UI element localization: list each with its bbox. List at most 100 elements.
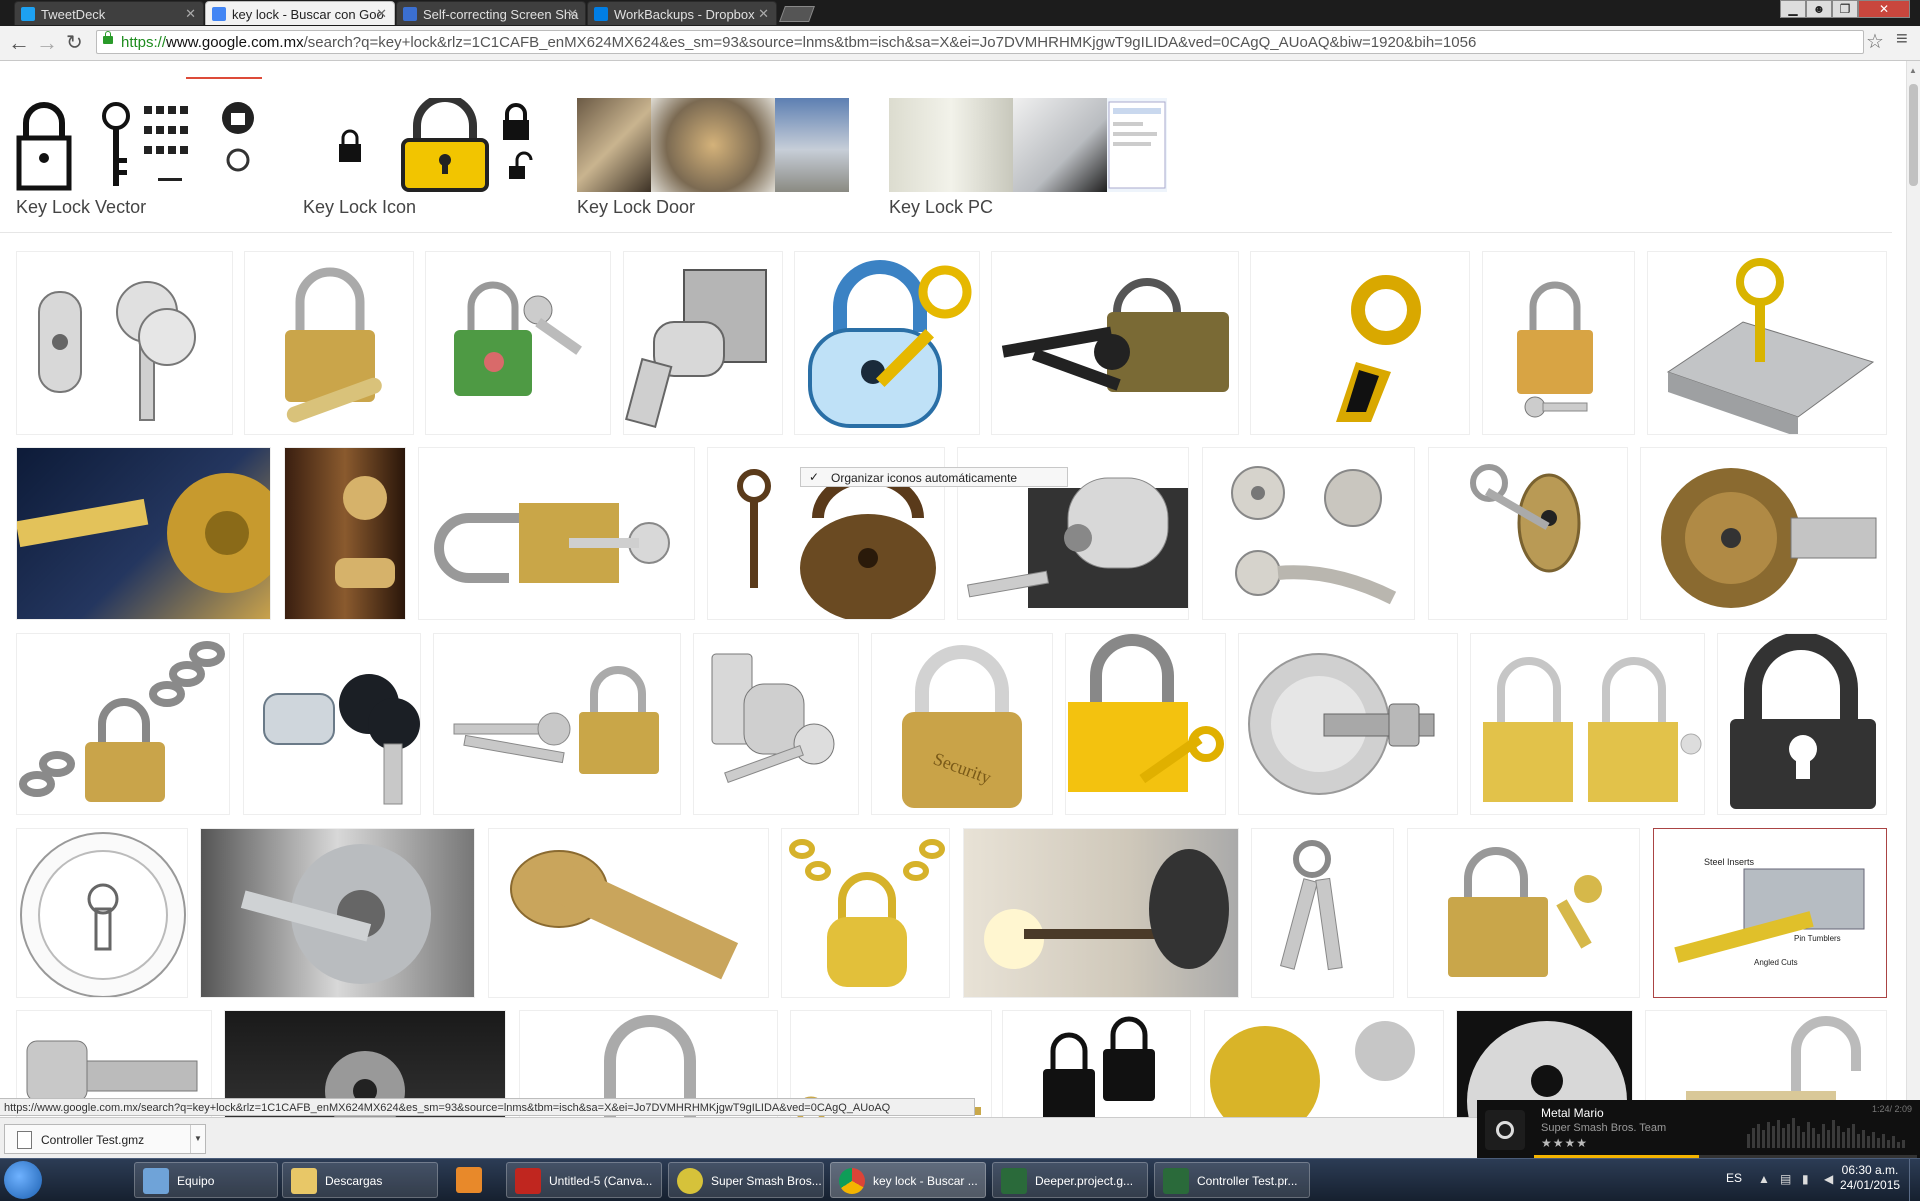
image-result[interactable] [425, 251, 611, 435]
image-result[interactable] [433, 633, 681, 815]
start-button[interactable] [4, 1161, 42, 1199]
taskbar-item-controller-test[interactable]: Controller Test.pr... [1154, 1162, 1310, 1198]
image-result[interactable] [1647, 251, 1887, 435]
image-result[interactable] [200, 828, 475, 998]
thumb-door-lock [651, 98, 775, 192]
image-result[interactable] [1002, 1010, 1191, 1119]
taskbar-item-equipo[interactable]: Equipo [134, 1162, 278, 1198]
show-desktop-button[interactable] [1909, 1159, 1920, 1201]
image-result[interactable] [243, 633, 421, 815]
bookmark-star-icon[interactable]: ☆ [1866, 29, 1884, 54]
image-result[interactable] [991, 251, 1239, 435]
tab-strip: TweetDeck ✕ key lock - Buscar con Goo ✕ … [0, 0, 1920, 26]
close-icon[interactable]: ✕ [185, 6, 196, 22]
battery-icon[interactable]: ▮ [1802, 1172, 1816, 1186]
network-icon[interactable]: ▤ [1780, 1172, 1794, 1186]
image-result[interactable] [963, 828, 1239, 998]
related-search-label: Key Lock PC [889, 197, 994, 217]
volume-icon[interactable]: ◀ [1824, 1172, 1838, 1186]
image-result[interactable] [1470, 633, 1705, 815]
scroll-up-arrow-icon[interactable]: ▲ [1909, 66, 1917, 75]
address-bar[interactable]: https://www.google.com.mx/search?q=key+l… [96, 30, 1864, 54]
image-result[interactable] [794, 251, 980, 435]
taskbar-label: Deeper.project.g... [1035, 1174, 1134, 1188]
taskbar-item-descargas[interactable]: Descargas [282, 1162, 438, 1198]
new-tab-button[interactable] [779, 6, 815, 22]
taskbar-label: Controller Test.pr... [1197, 1174, 1298, 1188]
svg-text:Angled Cuts: Angled Cuts [1754, 958, 1798, 967]
tab-google-search[interactable]: key lock - Buscar con Goo ✕ [205, 1, 395, 25]
image-result[interactable] [244, 251, 414, 435]
close-icon[interactable]: ✕ [567, 6, 578, 22]
url-scheme: https:// [121, 34, 167, 51]
restore-button[interactable]: ❐ [1832, 0, 1858, 18]
taskbar-item-super-smash-bros[interactable]: Super Smash Bros... [668, 1162, 824, 1198]
image-result[interactable] [488, 828, 769, 998]
image-result[interactable] [1717, 633, 1887, 815]
image-result[interactable] [16, 633, 230, 815]
image-result[interactable] [623, 251, 783, 435]
related-search-key-lock-pc[interactable]: Key Lock PC [889, 98, 1167, 218]
back-icon[interactable]: ← [8, 30, 30, 56]
close-icon[interactable]: ✕ [758, 6, 769, 22]
close-icon[interactable]: ✕ [376, 6, 387, 22]
image-result[interactable] [1251, 828, 1394, 998]
taskbar-item-flash[interactable]: Untitled-5 (Canva... [506, 1162, 662, 1198]
thumb-pc-key [1013, 98, 1107, 192]
user-button[interactable]: ☻ [1806, 0, 1832, 18]
clock[interactable]: 06:30 a.m. 24/01/2015 [1840, 1163, 1900, 1193]
track-rating[interactable]: ★★★★ [1541, 1136, 1588, 1150]
forward-icon[interactable]: → [36, 30, 58, 56]
image-result[interactable] [693, 633, 859, 815]
track-artist: Super Smash Bros. Team [1541, 1122, 1667, 1134]
image-result[interactable]: Steel Inserts Pin Tumblers Angled Cuts [1653, 828, 1887, 998]
menu-icon[interactable]: ≡ [1896, 28, 1908, 51]
minimize-button[interactable]: ▁ [1780, 0, 1806, 18]
tab-label: WorkBackups - Dropbox [614, 7, 755, 22]
image-result[interactable] [1407, 828, 1640, 998]
taskbar-item-deeper-project[interactable]: Deeper.project.g... [992, 1162, 1148, 1198]
image-result[interactable] [1202, 447, 1415, 620]
tab-self-correcting[interactable]: Self-correcting Screen Sha ✕ [396, 1, 586, 25]
image-result[interactable] [1250, 251, 1470, 435]
image-result[interactable] [1482, 251, 1635, 435]
taskbar-label: Super Smash Bros... [711, 1174, 822, 1188]
tab-dropbox[interactable]: WorkBackups - Dropbox ✕ [587, 1, 777, 25]
dropbox-icon [594, 7, 608, 21]
taskbar-item-media-player[interactable] [444, 1162, 494, 1198]
reload-icon[interactable]: ↻ [66, 30, 83, 55]
thumb-lock-icons-grid [138, 98, 214, 192]
image-result[interactable] [284, 447, 406, 620]
scrollbar-thumb[interactable] [1909, 84, 1918, 186]
related-search-label: Key Lock Icon [303, 197, 417, 217]
image-result[interactable] [1065, 633, 1226, 815]
gamemaker-icon [1001, 1168, 1027, 1194]
related-search-key-lock-icon[interactable]: Key Lock Icon [303, 98, 539, 218]
tab-tweetdeck[interactable]: TweetDeck ✕ [14, 1, 204, 25]
image-result[interactable] [16, 447, 271, 620]
taskbar-item-chrome[interactable]: key lock - Buscar ... [830, 1162, 986, 1198]
taskbar-label: Equipo [177, 1174, 215, 1188]
download-item[interactable]: Controller Test.gmz ▼ [4, 1124, 206, 1154]
tweetdeck-icon [21, 7, 35, 21]
image-result[interactable]: Security [871, 633, 1053, 815]
auto-arrange-icons-menu-item[interactable]: ✓ Organizar iconos automáticamente [800, 467, 1068, 487]
image-result[interactable] [781, 828, 950, 998]
image-result[interactable] [16, 251, 233, 435]
clock-time: 06:30 a.m. [1841, 1163, 1899, 1177]
image-result[interactable] [1204, 1010, 1444, 1119]
related-search-key-lock-door[interactable]: Key Lock Door [577, 98, 849, 218]
image-result[interactable] [1428, 447, 1628, 620]
image-result[interactable] [418, 447, 695, 620]
language-indicator[interactable]: ES [1726, 1171, 1742, 1185]
track-title: Metal Mario [1541, 1106, 1604, 1120]
related-search-key-lock-vector[interactable]: Key Lock Vector [16, 98, 264, 218]
image-result[interactable] [1640, 447, 1887, 620]
close-window-button[interactable]: ✕ [1858, 0, 1910, 18]
image-result[interactable] [16, 828, 188, 998]
chevron-down-icon[interactable]: ▼ [190, 1125, 205, 1153]
clock-date: 24/01/2015 [1840, 1178, 1901, 1192]
tray-expand-icon[interactable]: ▲ [1758, 1172, 1772, 1186]
scrollbar[interactable] [1906, 61, 1920, 1119]
image-result[interactable] [1238, 633, 1458, 815]
